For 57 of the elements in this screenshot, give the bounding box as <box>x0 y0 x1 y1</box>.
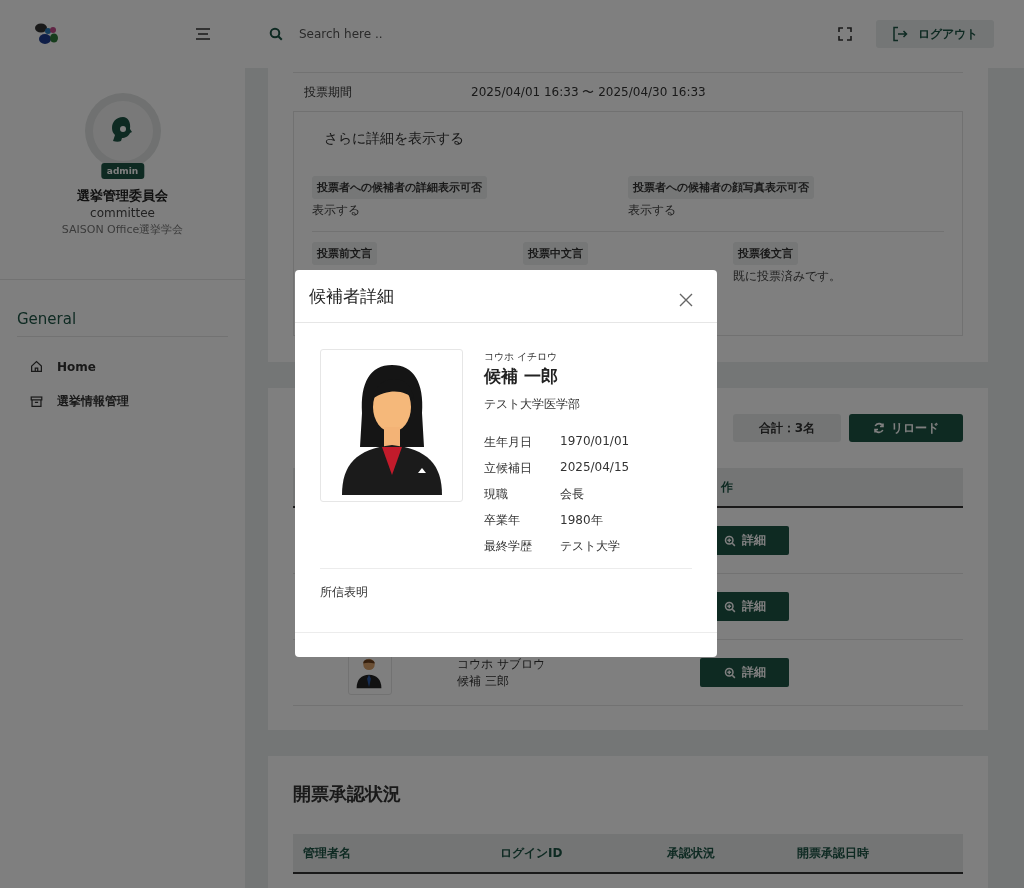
field-label: 現職 <box>484 486 509 503</box>
sidebar-item[interactable]: 選挙情報管理 <box>57 384 129 419</box>
section-title: 開票承認状況 <box>293 782 402 806</box>
field-value: 会長 <box>560 486 585 503</box>
menu-icon[interactable] <box>195 27 211 41</box>
column-header: 作 <box>721 478 733 496</box>
column-header: ログインID <box>500 844 564 862</box>
total-count: 合計：3名 <box>732 414 841 442</box>
message-label: 投票後文言 <box>733 242 799 265</box>
message-label: 投票前文言 <box>312 242 377 265</box>
setting-value: 表示する <box>312 202 361 219</box>
message-text: 既に投票済みです。 <box>733 268 843 285</box>
field-value: 1970/01/01 <box>560 434 630 450</box>
setting-value: 表示する <box>628 202 677 219</box>
candidate-name: 候補 三郎 <box>457 672 510 690</box>
field-value: 2025/04/15 <box>560 460 630 476</box>
zoom-in-icon <box>723 600 736 613</box>
dialog-title: 候補者詳細 <box>309 284 394 308</box>
column-header: 開票承認日時 <box>797 844 870 862</box>
field-label: 立候補日 <box>484 460 533 477</box>
field-value: 1980年 <box>560 512 604 529</box>
column-header: 承認状況 <box>667 844 716 862</box>
logo-icon[interactable] <box>34 22 60 46</box>
message-label: 投票中文言 <box>522 242 588 265</box>
candidate-affiliation: テスト大学医学部 <box>484 396 581 413</box>
field-label: 投票期間 <box>304 83 353 101</box>
logout-icon <box>892 26 908 42</box>
refresh-icon <box>873 422 885 434</box>
organization-name: SAISON Office選挙学会 <box>61 222 184 237</box>
zoom-in-icon <box>723 534 736 547</box>
sidebar-item[interactable]: Home <box>57 349 96 384</box>
role-badge: admin <box>100 163 145 179</box>
user-id: committee <box>90 206 155 220</box>
setting-label: 投票者への候補者の詳細表示可否 <box>312 176 487 199</box>
reload-button[interactable]: リロード <box>849 414 963 442</box>
field-label: 生年月日 <box>484 434 533 451</box>
fullscreen-icon[interactable] <box>838 27 852 41</box>
candidate-kana: コウホ サブロウ <box>457 655 545 673</box>
logout-button[interactable]: ログアウト <box>876 20 994 48</box>
search-field[interactable]: Search here .. <box>297 26 501 42</box>
candidate-name: 候補 一郎 <box>484 365 559 388</box>
statement-label: 所信表明 <box>320 584 369 601</box>
candidate-kana: コウホ イチロウ <box>484 350 559 364</box>
field-label: 最終学歴 <box>484 538 533 555</box>
section-title: General <box>17 310 228 337</box>
detail-button[interactable]: 詳細 <box>700 658 789 687</box>
field-label: 卒業年 <box>484 512 521 529</box>
zoom-in-icon <box>723 666 736 679</box>
column-header: 管理者名 <box>303 844 352 862</box>
search-icon <box>269 27 283 41</box>
user-name: 選挙管理委員会 <box>77 187 168 205</box>
field-value: 2025/04/01 16:33 〜 2025/04/30 16:33 <box>471 83 706 101</box>
home-icon <box>30 360 43 373</box>
field-value: テスト大学 <box>560 538 621 555</box>
setting-label: 投票者への候補者の顔写真表示可否 <box>628 176 814 199</box>
details-title: さらに詳細を表示する <box>324 130 465 148</box>
archive-icon <box>30 395 43 408</box>
